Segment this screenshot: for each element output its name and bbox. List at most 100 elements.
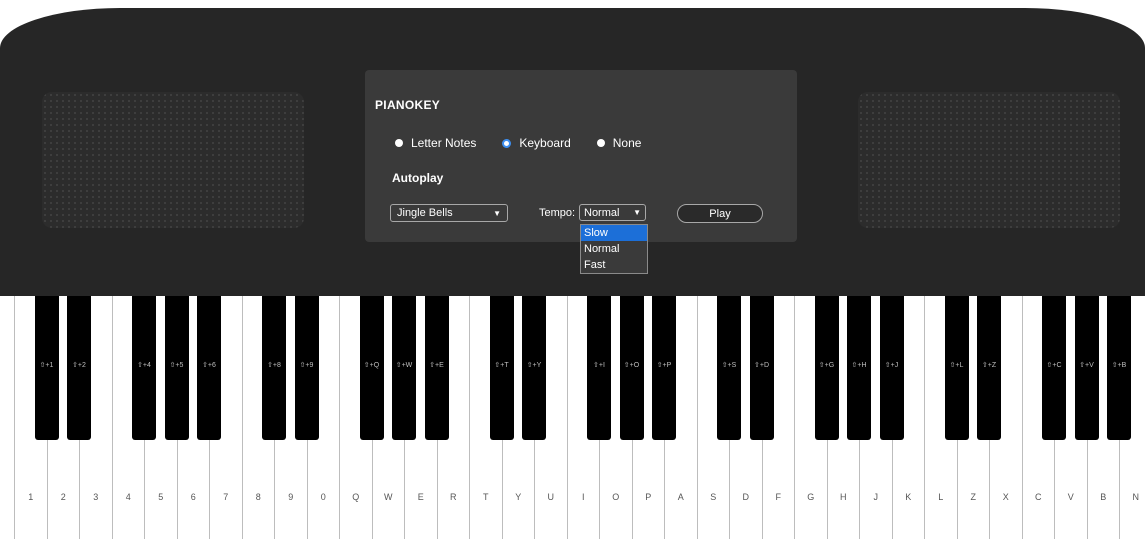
black-key-label: ⇧+O	[623, 362, 640, 369]
black-key[interactable]: ⇧+5	[164, 296, 189, 440]
radio-none-label: None	[612, 136, 642, 150]
white-key-label: P	[645, 492, 652, 502]
radio-letter-notes[interactable]: Letter Notes	[395, 136, 476, 150]
black-key[interactable]: ⇧+1	[34, 296, 59, 440]
black-key[interactable]: ⇧+Y	[522, 296, 546, 440]
white-key-label: 9	[288, 492, 294, 502]
white-key-label: J	[873, 492, 879, 502]
play-button[interactable]: Play	[677, 204, 763, 223]
black-key[interactable]: ⇧+Q	[359, 296, 384, 440]
tempo-select[interactable]: Normal ▼	[579, 204, 646, 221]
autoplay-heading: Autoplay	[392, 171, 444, 185]
white-key-label: F	[775, 492, 782, 502]
white-key-label: Q	[352, 492, 360, 502]
white-key-label: W	[384, 492, 393, 502]
radio-keyboard-label: Keyboard	[519, 136, 571, 150]
label-mode-radio-group: Letter Notes Keyboard None	[395, 136, 667, 150]
black-key[interactable]: ⇧+O	[619, 296, 644, 440]
black-key-label: ⇧+S	[721, 362, 737, 369]
black-key[interactable]: ⇧+2	[67, 296, 91, 440]
white-key-label: C	[1035, 492, 1042, 502]
white-key-label: G	[807, 492, 815, 502]
black-key-label: ⇧+P	[656, 362, 672, 369]
white-key-label: 2	[60, 492, 66, 502]
black-key-label: ⇧+5	[169, 362, 184, 369]
black-key-label: ⇧+W	[395, 362, 413, 369]
chevron-down-icon: ▼	[633, 208, 641, 217]
white-key-label: H	[840, 492, 847, 502]
black-key[interactable]: ⇧+P	[652, 296, 676, 440]
black-key-label: ⇧+L	[949, 362, 964, 369]
left-speaker-grille	[42, 92, 304, 228]
black-key[interactable]: ⇧+L	[944, 296, 969, 440]
black-key[interactable]: ⇧+W	[392, 296, 416, 440]
black-key-label: ⇧+C	[1046, 362, 1062, 369]
black-key-label: ⇧+I	[593, 362, 605, 369]
black-key[interactable]: ⇧+T	[489, 296, 514, 440]
black-key[interactable]: ⇧+4	[132, 296, 156, 440]
white-key-label: X	[1002, 492, 1009, 502]
black-key[interactable]: ⇧+S	[717, 296, 741, 440]
black-key[interactable]: ⇧+I	[587, 296, 611, 440]
control-panel: PIANOKEY Letter Notes Keyboard None Auto…	[365, 70, 797, 242]
black-key[interactable]: ⇧+G	[814, 296, 839, 440]
white-key-label: L	[938, 492, 944, 502]
black-key[interactable]: ⇧+E	[424, 296, 449, 440]
white-key-label: D	[742, 492, 750, 502]
white-key-label: 1	[28, 492, 34, 502]
radio-keyboard[interactable]: Keyboard	[502, 136, 571, 150]
white-key-label: U	[547, 492, 555, 502]
white-key-label: Z	[970, 492, 977, 502]
white-key-label: S	[710, 492, 717, 502]
black-key-label: ⇧+T	[494, 362, 509, 369]
black-key[interactable]: ⇧+B	[1107, 296, 1131, 440]
black-key[interactable]: ⇧+6	[197, 296, 221, 440]
tempo-dropdown-list: Slow Normal Fast	[580, 224, 648, 274]
radio-dot-selected-icon[interactable]	[502, 138, 512, 148]
black-key-label: ⇧+D	[753, 362, 769, 369]
white-key-label: 0	[320, 492, 326, 502]
white-key-label: T	[483, 492, 489, 502]
white-key-label: A	[677, 492, 684, 502]
black-key[interactable]: ⇧+J	[879, 296, 904, 440]
black-key-label: ⇧+E	[429, 362, 444, 369]
white-key-label: 5	[158, 492, 164, 502]
piano-keyboard: 1 2 3 4 5 6 7 8 9 0 Q W E R T Y U I O P A S D F G H J K L Z X C V B N ⇧+1 ⇧+…	[0, 296, 1145, 539]
song-select[interactable]: Jingle Bells ▼	[390, 204, 508, 222]
black-key[interactable]: ⇧+Z	[977, 296, 1001, 440]
white-key-label: K	[905, 492, 912, 502]
black-key[interactable]: ⇧+8	[262, 296, 286, 440]
white-key-label: 6	[190, 492, 196, 502]
white-key-label: 7	[223, 492, 229, 502]
white-key-label: B	[1100, 492, 1107, 502]
black-key[interactable]: ⇧+D	[749, 296, 774, 440]
radio-dot-icon[interactable]	[395, 139, 403, 147]
white-key-label: Y	[515, 492, 522, 502]
song-select-value: Jingle Bells	[397, 207, 453, 219]
white-key-label: I	[581, 492, 585, 502]
black-key-label: ⇧+G	[818, 362, 835, 369]
black-key[interactable]: ⇧+V	[1074, 296, 1099, 440]
black-key-label: ⇧+J	[884, 362, 899, 369]
black-key[interactable]: ⇧+C	[1042, 296, 1066, 440]
tempo-select-value: Normal	[584, 206, 620, 219]
white-key-label: 8	[255, 492, 261, 502]
white-key-label: E	[417, 492, 424, 502]
black-key-label: ⇧+Q	[363, 362, 380, 369]
radio-dot-icon[interactable]	[596, 139, 605, 147]
black-key-label: ⇧+Z	[981, 362, 997, 369]
black-key[interactable]: ⇧+9	[294, 296, 319, 440]
brand-title: PIANOKEY	[375, 98, 441, 112]
black-key-label: ⇧+1	[39, 362, 54, 369]
tempo-option-normal[interactable]: Normal	[581, 241, 647, 257]
white-key-label: N	[1132, 492, 1140, 502]
black-key-label: ⇧+2	[72, 362, 86, 369]
tempo-option-slow[interactable]: Slow	[581, 225, 647, 241]
right-speaker-grille	[858, 92, 1120, 228]
black-key[interactable]: ⇧+H	[847, 296, 871, 440]
tempo-option-fast[interactable]: Fast	[581, 257, 647, 273]
white-key-label: R	[450, 492, 457, 502]
black-key-label: ⇧+H	[851, 362, 867, 369]
black-key-label: ⇧+4	[137, 362, 151, 369]
radio-none[interactable]: None	[596, 136, 642, 150]
